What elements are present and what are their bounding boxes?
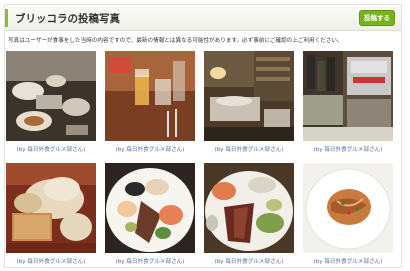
photo-item: (by 毎日外食グルメ部さん) (303, 163, 393, 265)
photo-item: (by 毎日外食グルメ部さん) (6, 51, 96, 153)
photo-item: (by 毎日外食グルメ部さん) (303, 51, 393, 153)
photo-item: (by 毎日外食グルメ部さん) (204, 51, 294, 153)
header-accent-bar (5, 9, 8, 27)
photo-item: (by 毎日外食グルメ部さん) (204, 163, 294, 265)
drinks-on-table-photo[interactable] (105, 51, 195, 141)
photo-caption[interactable]: (by 毎日外食グルメ部さん) (303, 257, 393, 265)
photo-caption[interactable]: (by 毎日外食グルメ部さん) (105, 257, 195, 265)
appetizer-plate-photo[interactable] (105, 163, 195, 253)
photo-item: (by 毎日外食グルメ部さん) (105, 163, 195, 265)
photo-disclaimer: 写真はユーザーが食事をした当時の内容ですので、最新の情報とは異なる可能性がありま… (8, 38, 343, 44)
photo-caption[interactable]: (by 毎日外食グルメ部さん) (6, 257, 96, 265)
meat-salad-plate-photo[interactable] (204, 163, 294, 253)
restaurant-table-photo[interactable] (6, 51, 96, 141)
panel-header: ブリッコラの投稿写真 投稿する (5, 5, 401, 31)
post-photo-button[interactable]: 投稿する (359, 10, 395, 26)
pasta-plate-photo[interactable] (303, 163, 393, 253)
photo-caption[interactable]: (by 毎日外食グルメ部さん) (6, 145, 96, 153)
photo-caption[interactable]: (by 毎日外食グルメ部さん) (105, 145, 195, 153)
wine-shelf-photo[interactable] (303, 51, 393, 141)
dining-hall-photo[interactable] (204, 51, 294, 141)
photo-item: (by 毎日外食グルメ部さん) (6, 163, 96, 265)
photo-caption[interactable]: (by 毎日外食グルメ部さん) (303, 145, 393, 153)
photo-caption[interactable]: (by 毎日外食グルメ部さん) (204, 257, 294, 265)
page-title: ブリッコラの投稿写真 (15, 13, 120, 25)
bread-basket-photo[interactable] (6, 163, 96, 253)
photo-caption[interactable]: (by 毎日外食グルメ部さん) (204, 145, 294, 153)
photo-item: (by 毎日外食グルメ部さん) (105, 51, 195, 153)
